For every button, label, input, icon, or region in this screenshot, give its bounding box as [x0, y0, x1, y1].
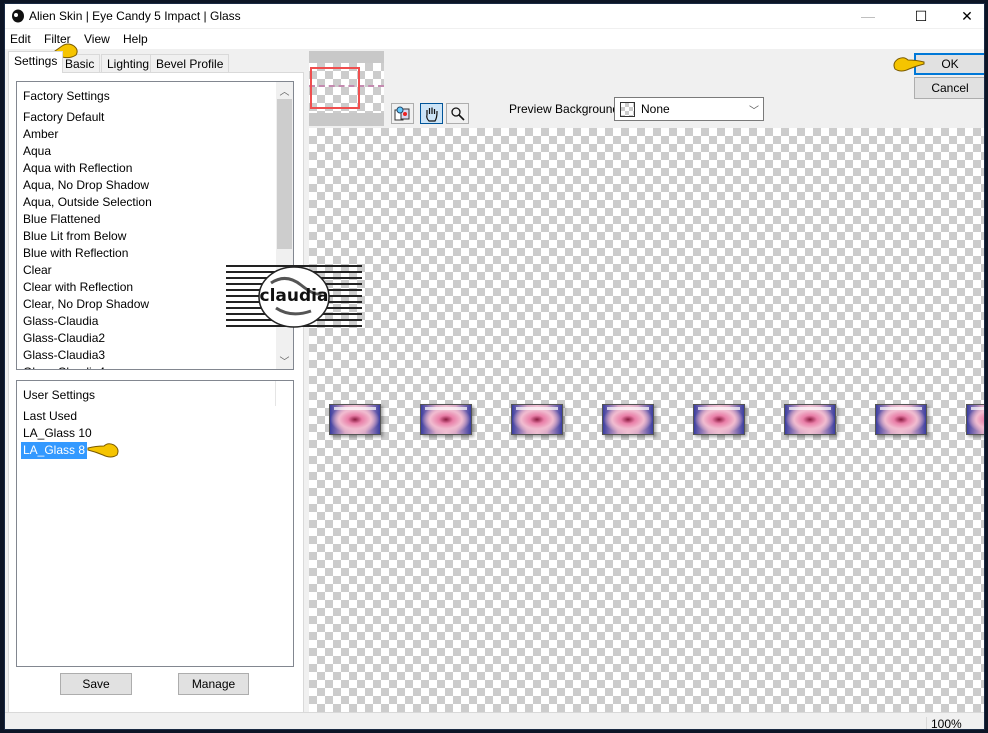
list-item[interactable]: Aqua, No Drop Shadow — [21, 177, 154, 194]
maximize-icon: ☐ — [914, 7, 928, 24]
cancel-button[interactable]: Cancel — [914, 77, 984, 99]
eye-candy-window: Alien Skin | Eye Candy 5 Impact | Glass … — [4, 3, 985, 730]
menu-bar: Edit Filter View Help — [5, 29, 984, 49]
list-item[interactable]: Blue with Reflection — [21, 245, 154, 262]
close-button[interactable]: ✕ — [944, 4, 984, 28]
minimize-icon: — — [861, 8, 875, 24]
tab-settings[interactable]: Settings — [8, 51, 64, 73]
navigator-view-rect[interactable] — [310, 67, 360, 109]
list-item[interactable]: Blue Flattened — [21, 211, 154, 228]
list-item[interactable]: Aqua with Reflection — [21, 160, 154, 177]
title-bar: Alien Skin | Eye Candy 5 Impact | Glass … — [5, 4, 984, 28]
list-item[interactable]: LA_Glass 10 — [21, 425, 94, 442]
glass-tile — [420, 404, 472, 435]
glass-tile — [693, 404, 745, 435]
tutorial-pointer-icon — [893, 57, 925, 72]
navigator-thumbnail[interactable] — [309, 51, 384, 126]
list-item[interactable]: Clear with Reflection — [21, 279, 154, 296]
menu-edit[interactable]: Edit — [10, 32, 31, 46]
user-settings-header: User Settings — [23, 388, 96, 402]
tab-bevel-profile[interactable]: Bevel Profile — [150, 54, 230, 73]
preview-canvas[interactable] — [309, 128, 984, 712]
chevron-down-icon: ﹀ — [749, 105, 759, 117]
factory-settings-header: Factory Settings — [23, 89, 110, 103]
glass-tile — [511, 404, 563, 435]
compare-button[interactable] — [391, 103, 414, 124]
preview-background-dropdown[interactable]: None ﹀ — [614, 97, 764, 121]
menu-help[interactable]: Help — [123, 32, 148, 46]
list-item[interactable]: Glass-Claudia2 — [21, 330, 154, 347]
list-item[interactable]: Blue Lit from Below — [21, 228, 154, 245]
list-item[interactable]: Clear, No Drop Shadow — [21, 296, 154, 313]
status-bar: 100% — [5, 712, 984, 729]
manage-button[interactable]: Manage — [178, 673, 249, 695]
tutorial-pointer-icon — [87, 443, 119, 458]
glass-tile — [784, 404, 836, 435]
close-icon: ✕ — [961, 7, 973, 24]
maximize-button[interactable]: ☐ — [898, 4, 944, 28]
list-item[interactable]: Aqua — [21, 143, 154, 160]
scroll-up-icon[interactable]: ︿ — [276, 82, 293, 99]
menu-view[interactable]: View — [84, 32, 110, 46]
compare-icon — [394, 106, 410, 121]
zoom-tool-button[interactable] — [446, 103, 469, 124]
watermark-logo: claudia — [226, 265, 362, 328]
scroll-thumb[interactable] — [277, 99, 292, 249]
list-item[interactable]: Glass-Claudia — [21, 313, 154, 330]
save-button[interactable]: Save — [60, 673, 132, 695]
hand-icon — [426, 107, 438, 122]
hand-tool-button[interactable] — [420, 103, 443, 124]
list-item[interactable]: Glass-Claudia3 — [21, 347, 154, 364]
list-item[interactable]: Clear — [21, 262, 154, 279]
list-item[interactable]: Factory Default — [21, 109, 154, 126]
list-item[interactable]: Aqua, Outside Selection — [21, 194, 154, 211]
list-item[interactable]: Amber — [21, 126, 154, 143]
zoom-icon — [451, 107, 465, 121]
scroll-down-icon[interactable]: ﹀ — [276, 352, 293, 369]
svg-text:claudia: claudia — [260, 286, 329, 306]
preview-background-value: None — [641, 102, 670, 116]
user-settings-list[interactable]: User Settings Last Used LA_Glass 10 LA_G… — [16, 380, 294, 667]
list-item[interactable]: Last Used — [21, 408, 94, 425]
checker-swatch-icon — [620, 102, 635, 117]
list-item[interactable]: Glass-Claudia4 — [21, 364, 154, 369]
minimize-button[interactable]: — — [845, 4, 891, 28]
app-icon — [12, 9, 24, 23]
preview-background-label: Preview Background: — [509, 102, 623, 116]
window-title: Alien Skin | Eye Candy 5 Impact | Glass — [29, 9, 241, 23]
glass-tile — [966, 404, 984, 435]
glass-tile — [602, 404, 654, 435]
glass-tile — [875, 404, 927, 435]
glass-tile — [329, 404, 381, 435]
tab-lighting[interactable]: Lighting — [101, 54, 156, 73]
list-item-selected[interactable]: LA_Glass 8 — [21, 442, 88, 459]
zoom-level: 100% — [926, 717, 962, 729]
